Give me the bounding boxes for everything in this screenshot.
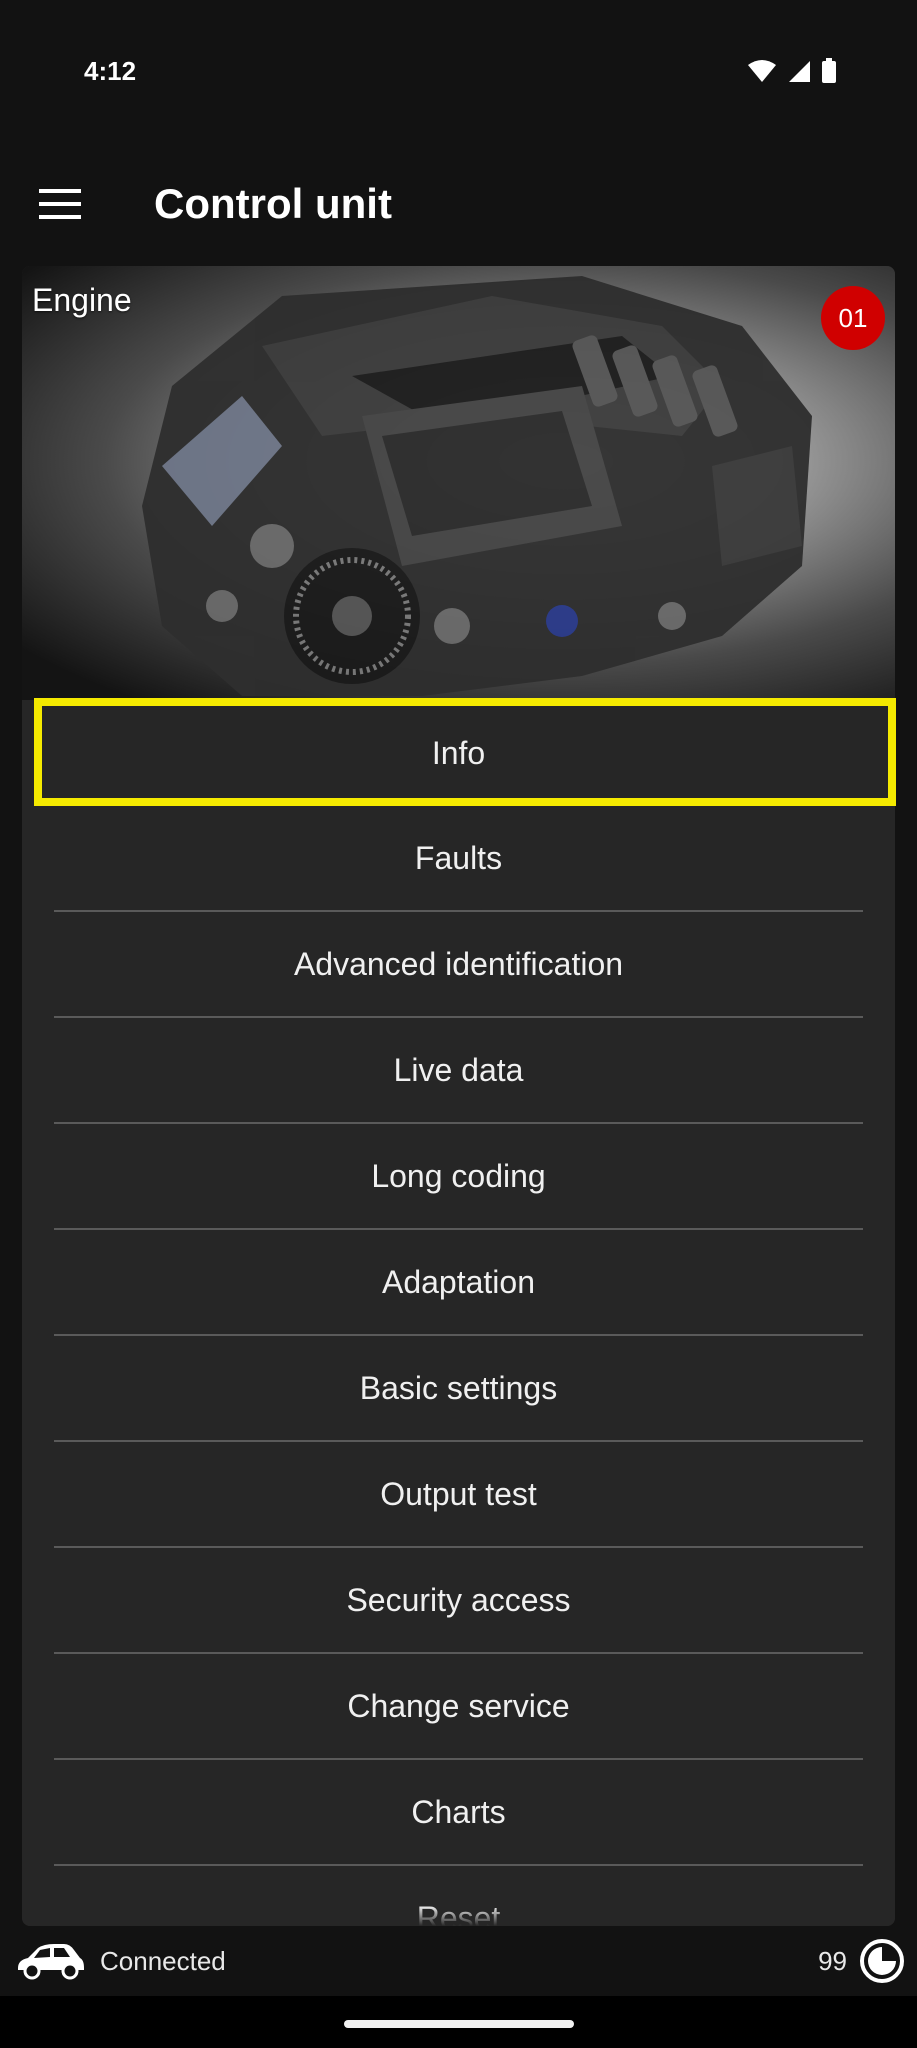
hamburger-icon [39,188,81,224]
engine-illustration [142,276,812,696]
menu-item-basic-settings[interactable]: Basic settings [54,1336,863,1442]
screen: 4:12 Control unit Engine 01 Info Faults … [0,0,917,2048]
engine-image: Engine 01 [22,266,895,700]
control-unit-badge: 01 [821,286,885,350]
menu-item-advanced-identification[interactable]: Advanced identification [54,912,863,1018]
page-title: Control unit [154,180,392,227]
control-unit-name: Engine [32,282,132,318]
battery-icon [821,58,837,89]
home-indicator[interactable] [344,2020,574,2028]
app-logo-icon[interactable] [859,1938,905,1989]
wifi-icon [747,59,777,88]
status-icons [747,58,837,89]
app-bar: Control unit [0,150,917,266]
status-bar: 4:12 [0,0,917,146]
car-icon[interactable] [14,1940,86,1985]
menu-item-security-access[interactable]: Security access [54,1548,863,1654]
control-unit-card: Engine 01 Info Faults Advanced identific… [22,266,895,1926]
menu-item-long-coding[interactable]: Long coding [54,1124,863,1230]
menu-item-adaptation[interactable]: Adaptation [54,1230,863,1336]
menu-button[interactable] [28,174,92,238]
menu-item-charts[interactable]: Charts [54,1760,863,1866]
counter: 99 [818,1946,847,1976]
scroll-fade [22,1906,895,1926]
menu-item-change-service[interactable]: Change service [54,1654,863,1760]
menu-item-live-data[interactable]: Live data [54,1018,863,1124]
menu-item-info[interactable]: Info [22,700,895,806]
bottom-status-bar: Connected 99 [0,1926,917,1996]
status-time: 4:12 [84,56,137,86]
connection-status: Connected [100,1946,226,1976]
menu-item-faults[interactable]: Faults [54,806,863,912]
function-menu: Info Faults Advanced identification Live… [22,700,895,1926]
signal-icon [787,59,811,88]
navigation-bar [0,1996,917,2048]
menu-item-output-test[interactable]: Output test [54,1442,863,1548]
